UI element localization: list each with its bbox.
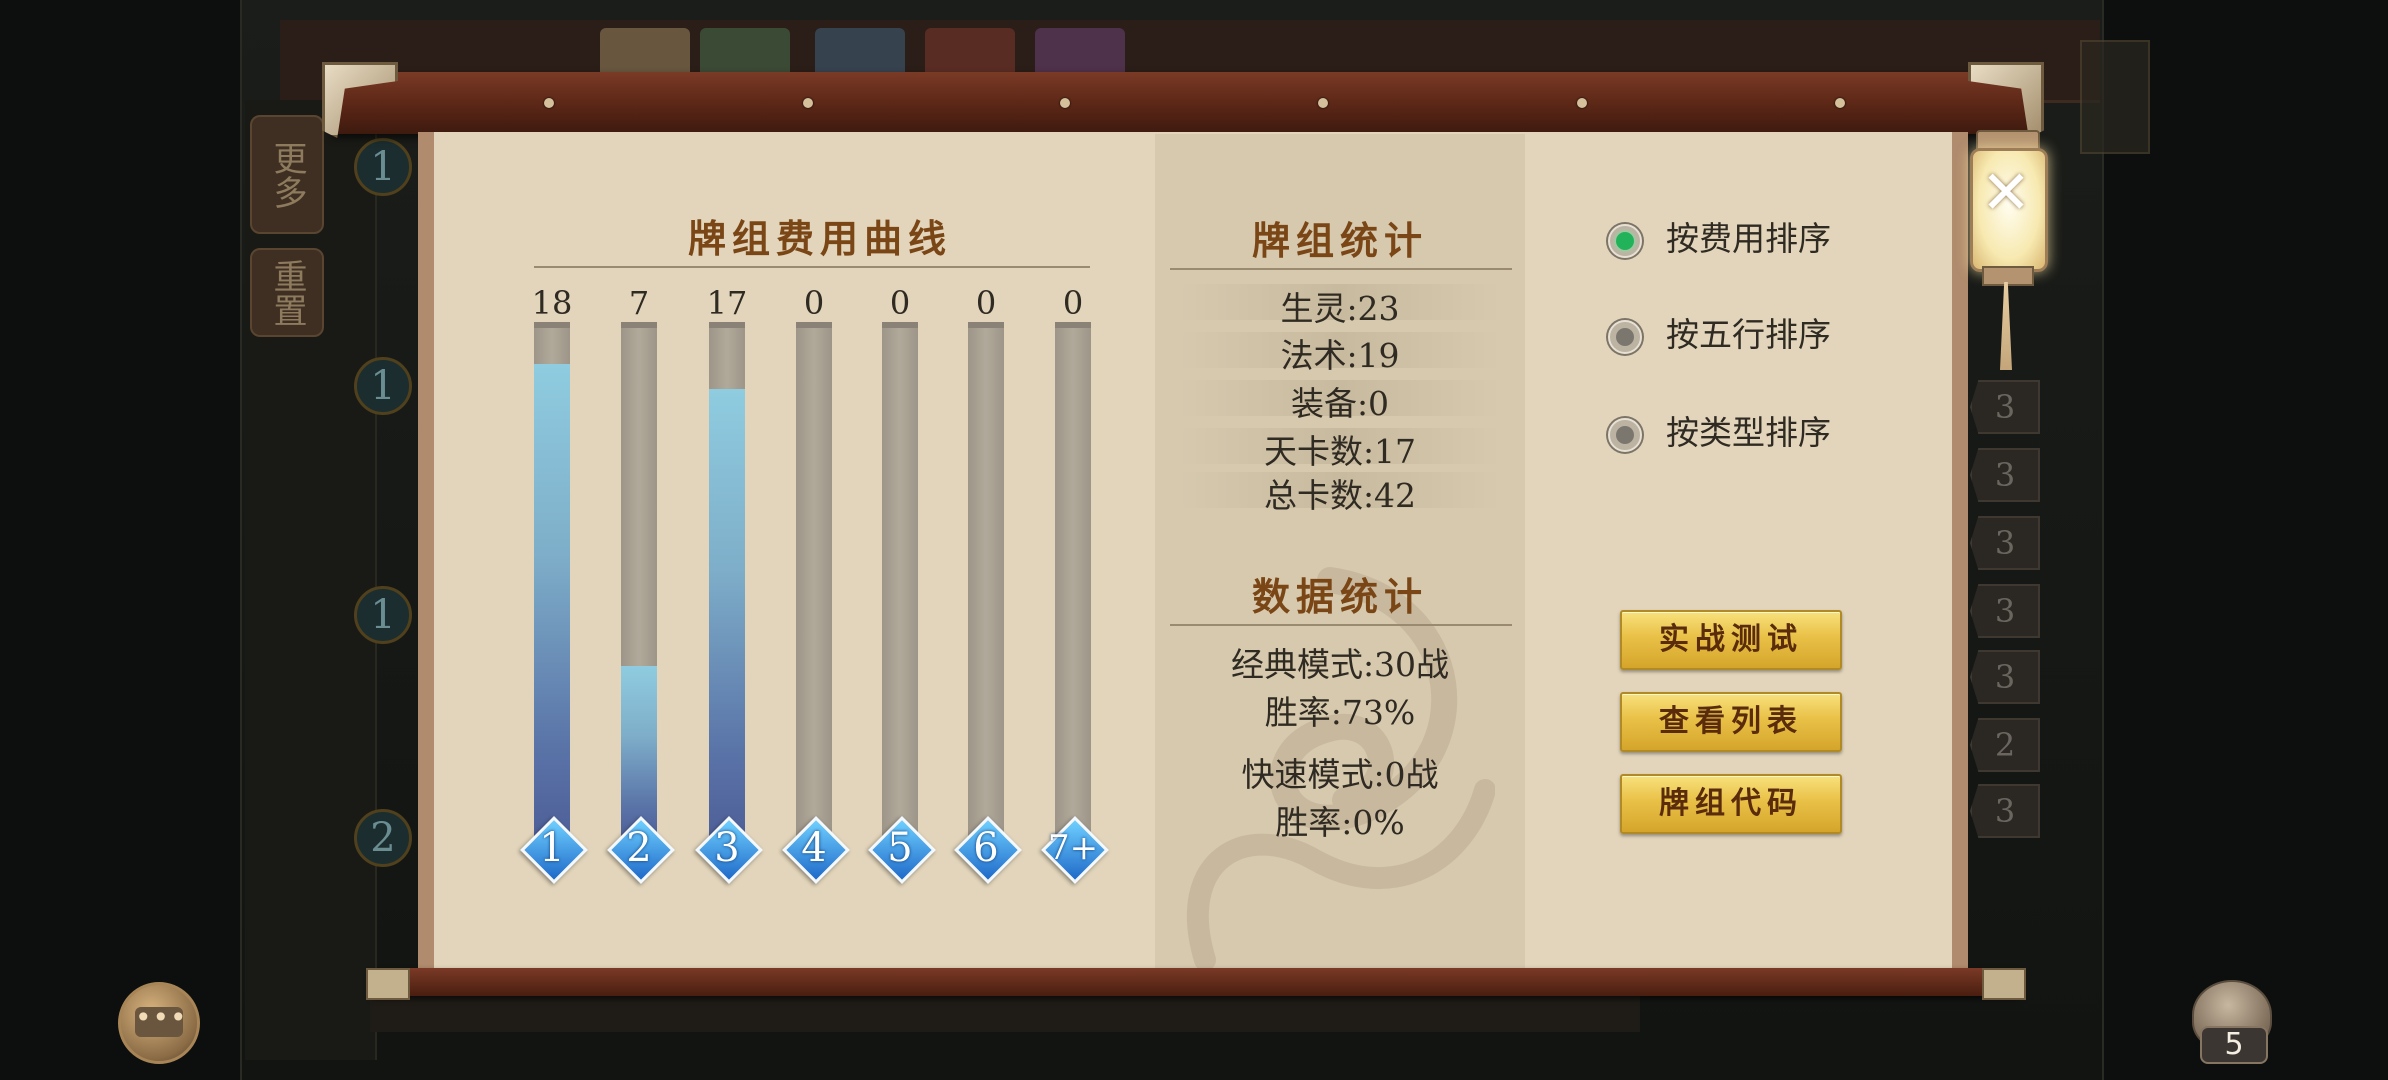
- scroll-top-rod: [330, 72, 2030, 134]
- pouch-count: 5: [2200, 1026, 2268, 1064]
- view-list-button[interactable]: 查看列表: [1620, 692, 1842, 752]
- cost-gem-icon: 1: [520, 816, 588, 884]
- cost-gem-label: 4: [801, 825, 827, 871]
- cost-gem-label: 7+: [1047, 828, 1099, 868]
- stat-sky-cards: 天卡数:17: [1263, 432, 1417, 471]
- cost-gem-label: 6: [973, 825, 999, 871]
- sort-label: 按类型排序: [1666, 413, 1831, 452]
- lantern-tassel: [2000, 282, 2012, 370]
- deck-stats-divider: [1170, 268, 1512, 270]
- cost-gem-icon: 5: [868, 816, 936, 884]
- practice-button[interactable]: 实战测试: [1620, 610, 1842, 670]
- stat-classic-mode: 经典模式:30战: [1230, 645, 1450, 684]
- bar-count-label: 0: [889, 284, 911, 322]
- background-cost-chip: 1: [354, 586, 412, 644]
- scroll-stud: [1318, 98, 1328, 108]
- background-cost-chip: 1: [354, 357, 412, 415]
- background-card-list: [245, 100, 377, 1060]
- bar-count-label: 0: [803, 284, 825, 322]
- bar-track: [968, 322, 1004, 840]
- data-stats-divider: [1170, 624, 1512, 626]
- cost-gem-label: 2: [626, 825, 652, 871]
- stat-quick-mode: 快速模式:0战: [1241, 755, 1439, 794]
- bar-count-label: 7: [628, 284, 650, 322]
- scroll-stud: [803, 98, 813, 108]
- bar-track: [882, 322, 918, 840]
- stat-total-cards: 总卡数:42: [1263, 476, 1417, 515]
- bar-count-label: 18: [531, 284, 573, 322]
- background-cost-chip: 2: [354, 809, 412, 867]
- stat-spells: 法术:19: [1280, 336, 1400, 375]
- background-count-chip: 3: [1970, 650, 2040, 704]
- background-count-chip: 3: [1970, 516, 2040, 570]
- stat-equipment: 装备:0: [1290, 384, 1390, 423]
- scroll-bottom-rod: [370, 968, 2020, 996]
- bar-track: [796, 322, 832, 840]
- bar-track: [709, 322, 745, 840]
- sort-label: 按费用排序: [1666, 219, 1831, 258]
- cost-curve-divider: [534, 266, 1090, 268]
- pouch-button[interactable]: 5: [2192, 980, 2272, 1064]
- scroll-bottom-cap-right: [1982, 968, 2026, 1000]
- cost-gem-icon: 4: [782, 816, 850, 884]
- stat-creatures: 生灵:23: [1280, 289, 1400, 328]
- sort-radio[interactable]: [1608, 418, 1642, 452]
- stat-classic-winrate: 胜率:73%: [1264, 693, 1416, 732]
- sort-label: 按五行排序: [1666, 315, 1831, 354]
- cost-gem-label: 1: [539, 825, 565, 871]
- cost-gem-icon: 2: [607, 816, 675, 884]
- cost-gem-icon: 6: [954, 816, 1022, 884]
- background-cost-chip: 1: [354, 138, 412, 196]
- cost-gem-icon: 7+: [1041, 816, 1109, 884]
- scroll-stud: [544, 98, 554, 108]
- bar-fill: [534, 364, 570, 840]
- bar-fill: [709, 389, 745, 840]
- deck-stats-title: 牌组统计: [1251, 218, 1428, 263]
- cost-gem-label: 3: [714, 825, 740, 871]
- background-count-chip: 2: [1970, 718, 2040, 772]
- scroll-stud: [1835, 98, 1845, 108]
- scroll-stud: [1577, 98, 1587, 108]
- background-count-chip: 3: [1970, 584, 2040, 638]
- chat-button[interactable]: •••: [118, 982, 200, 1064]
- background-more-button: 更多: [250, 115, 324, 234]
- chat-icon: •••: [135, 1004, 187, 1037]
- close-x-icon: ✕: [1980, 158, 2032, 228]
- background-count-chip: 3: [1970, 784, 2040, 838]
- scroll-bottom-cap-left: [366, 968, 410, 1000]
- cost-gem-icon: 3: [695, 816, 763, 884]
- background-lantern: [2080, 40, 2150, 154]
- bar-count-label: 0: [1062, 284, 1084, 322]
- bar-fill: [621, 666, 657, 840]
- bar-track: [534, 322, 570, 840]
- stat-quick-winrate: 胜率:0%: [1275, 803, 1405, 842]
- background-count-chip: 3: [1970, 448, 2040, 502]
- sort-radio[interactable]: [1608, 320, 1642, 354]
- background-count-chip: 3: [1970, 380, 2040, 434]
- background-reset-button: 重置: [250, 248, 324, 337]
- cost-curve-title: 牌组费用曲线: [687, 216, 952, 261]
- scroll-stud: [1060, 98, 1070, 108]
- bar-track: [1055, 322, 1091, 840]
- data-stats-title: 数据统计: [1251, 574, 1428, 619]
- bar-track: [621, 322, 657, 840]
- cost-gem-label: 5: [887, 825, 913, 871]
- sort-radio[interactable]: [1608, 224, 1642, 258]
- deck-code-button[interactable]: 牌组代码: [1620, 774, 1842, 834]
- close-button[interactable]: ✕: [1958, 130, 2054, 370]
- bar-count-label: 17: [706, 284, 748, 322]
- bar-count-label: 0: [975, 284, 997, 322]
